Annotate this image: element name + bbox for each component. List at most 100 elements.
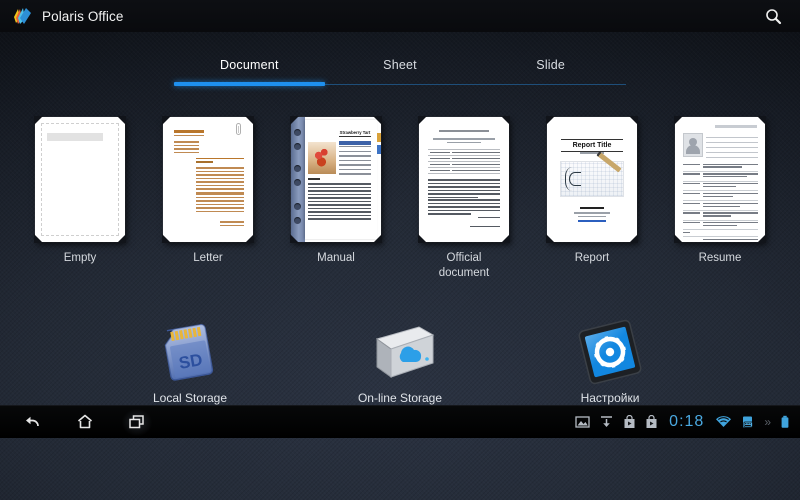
category-tabs: Document Sheet Slide <box>0 32 800 87</box>
search-icon <box>765 8 782 25</box>
back-arrow-icon <box>23 413 43 431</box>
resume-photo-placeholder <box>683 133 703 157</box>
manual-document-thumbnail: Strawberry Tart <box>291 117 381 242</box>
tab-sheet[interactable]: Sheet <box>325 58 476 82</box>
app-top-bar: Polaris Office <box>0 0 800 32</box>
official-subtitle <box>433 138 495 143</box>
storage-shortcuts: SD Local Storage <box>0 317 800 405</box>
thumbnail-page <box>675 117 765 242</box>
template-label: Letter <box>193 251 222 266</box>
report-cover-image <box>560 161 624 197</box>
manual-table-header <box>339 141 371 145</box>
resume-company-name <box>715 125 757 128</box>
official-document-thumbnail <box>419 117 509 242</box>
storage-label: On-line Storage <box>358 391 442 405</box>
status-icons: 0:18 <box>575 413 800 431</box>
manual-tab-marker <box>377 145 381 154</box>
template-item-resume[interactable]: Resume <box>669 117 772 266</box>
tab-indicator-active <box>174 82 325 86</box>
template-label: Official document <box>439 251 490 281</box>
template-label: Manual <box>317 251 355 266</box>
app-brand: Polaris Office <box>12 6 123 27</box>
image-icon[interactable] <box>575 415 590 429</box>
app-title: Polaris Office <box>42 9 123 24</box>
letter-divider <box>196 158 244 159</box>
official-fields-table <box>428 149 500 174</box>
template-label: Report <box>575 251 610 266</box>
thumbnail-page: Report Title <box>547 117 637 242</box>
official-title <box>439 130 489 135</box>
back-button[interactable] <box>18 409 48 436</box>
template-item-letter[interactable]: Letter <box>157 117 260 266</box>
play-store-bag-icon[interactable] <box>645 415 658 429</box>
empty-document-thumbnail <box>35 117 125 242</box>
report-document-thumbnail: Report Title <box>547 117 637 242</box>
nav-buttons <box>0 409 152 436</box>
template-grid: Empty <box>0 117 800 281</box>
official-body-paragraph <box>428 199 500 217</box>
letter-body-paragraph <box>196 167 244 195</box>
thumbnail-page <box>163 117 253 242</box>
polaris-fan-logo-icon <box>12 6 33 27</box>
polaris-office-home-screen: Polaris Office Document Sheet Slide <box>0 0 800 500</box>
resume-detail-rows <box>683 162 758 242</box>
report-title: Report Title <box>561 139 623 152</box>
storage-label: Local Storage <box>153 391 227 405</box>
manual-steps-section <box>308 178 371 222</box>
resume-personal-fields <box>706 133 758 158</box>
letter-body-paragraph <box>196 193 244 214</box>
paperclip-icon <box>236 123 241 135</box>
settings-tablet-gear-icon <box>567 317 653 387</box>
thumbnail-page <box>35 117 125 242</box>
status-clock[interactable]: 0:18 <box>667 413 706 431</box>
template-item-report[interactable]: Report Title <box>541 117 644 266</box>
search-button[interactable] <box>756 1 790 31</box>
system-navigation-bar: 0:18 <box>0 405 800 438</box>
home-icon <box>75 413 95 431</box>
tab-document[interactable]: Document <box>174 58 325 82</box>
template-label: Resume <box>699 251 742 266</box>
wifi-icon[interactable] <box>715 415 732 429</box>
status-overflow[interactable]: » <box>764 415 771 429</box>
strawberry-tart-photo <box>308 142 336 174</box>
tab-slide[interactable]: Slide <box>475 58 626 82</box>
letter-salutation <box>196 161 213 163</box>
thumbnail-page: Strawberry Tart <box>291 117 381 242</box>
svg-text:SD: SD <box>177 350 204 373</box>
home-button[interactable] <box>70 409 100 436</box>
storage-label: Настройки <box>581 391 640 405</box>
manual-tab-marker <box>377 133 381 142</box>
letter-address-block <box>174 141 199 155</box>
manual-title: Strawberry Tart <box>339 130 371 137</box>
storage-item-settings[interactable]: Настройки <box>535 317 685 405</box>
letter-letterhead <box>174 130 204 138</box>
storage-item-online[interactable]: On-line Storage <box>325 317 475 405</box>
template-label: Empty <box>64 251 97 266</box>
official-signature-line <box>470 226 500 230</box>
tab-indicator <box>174 82 626 87</box>
template-item-manual[interactable]: Strawberry Tart <box>285 117 388 266</box>
recent-apps-button[interactable] <box>122 409 152 436</box>
thumbnail-page <box>419 117 509 242</box>
official-body-paragraph <box>428 179 500 200</box>
pencil-icon <box>596 151 621 172</box>
storage-item-local[interactable]: SD Local Storage <box>115 317 265 405</box>
recent-apps-icon <box>127 413 147 431</box>
ring-binder-spine <box>291 117 305 242</box>
empty-title-placeholder <box>47 133 103 141</box>
letter-signature <box>220 221 244 228</box>
report-footer <box>569 207 615 222</box>
download-icon[interactable] <box>599 415 614 429</box>
official-date-line <box>478 217 500 221</box>
sd-card-icon: SD <box>147 317 233 387</box>
manual-inner-page: Strawberry Tart <box>305 120 377 239</box>
template-item-empty[interactable]: Empty <box>29 117 132 266</box>
letter-document-thumbnail <box>163 117 253 242</box>
cloud-drive-icon <box>357 317 443 387</box>
manual-ingredient-rows <box>339 146 371 178</box>
keyboard-battery-icon[interactable] <box>741 415 755 429</box>
template-item-official-document[interactable]: Official document <box>413 117 516 281</box>
play-store-bag-icon[interactable] <box>623 415 636 429</box>
battery-icon[interactable] <box>780 415 790 429</box>
resume-document-thumbnail <box>675 117 765 242</box>
